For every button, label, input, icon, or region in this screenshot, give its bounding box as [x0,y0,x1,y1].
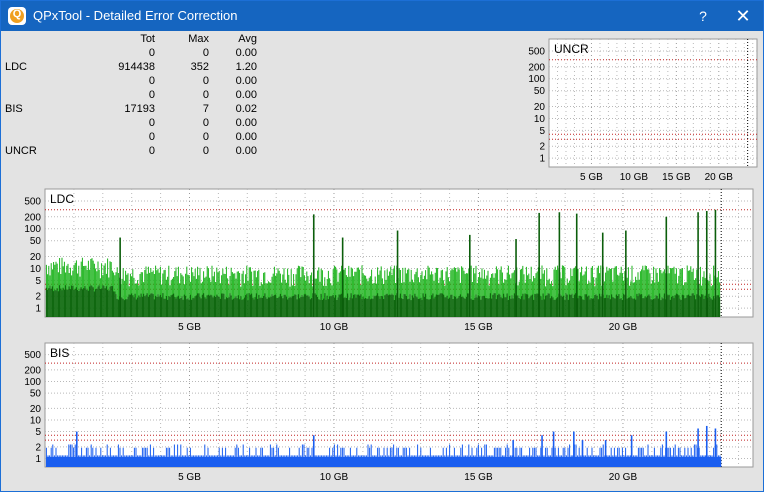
stats-max: 352 [190,61,209,73]
uncr-x-tick-label: 10 GB [620,172,649,183]
bis-x-tick-label: 5 GB [178,472,201,483]
stats-tot: 0 [148,89,155,101]
uncr-y-tick-label: 500 [528,46,545,57]
stats-avg: 0.02 [235,103,257,115]
bis-chart-title: BIS [50,346,69,360]
stats-row: BIS 17193 7 0.02 [5,103,265,117]
main-window: Q QPxTool - Detailed Error Correction ? … [0,0,764,492]
ldc-chart-title: LDC [50,192,74,206]
stats-tot: 0 [148,117,155,129]
bis-y-tick-label: 2 [35,442,41,453]
uncr-chart-title: UNCR [554,42,589,56]
stats-row: UNCR 0 0 0.00 [5,145,265,159]
close-button[interactable]: ✕ [725,1,761,31]
stats-row: 0 0 0.00 [5,117,265,131]
bis-y-tick-label: 1 [35,454,41,465]
ldc-y-tick-label: 10 [30,264,42,275]
stats-tot: 0 [148,75,155,87]
bis-y-tick-label: 5 [35,427,41,438]
uncr-y-tick-label: 100 [528,74,545,85]
help-button[interactable]: ? [685,1,721,31]
ldc-y-tick-label: 5 [35,276,41,287]
bis-base-fill [46,456,722,467]
stats-row: LDC 914438 352 1.20 [5,61,265,75]
bis-y-tick-label: 200 [24,365,41,376]
ldc-x-tick-label: 20 GB [609,322,638,333]
uncr-plot-area [548,38,758,168]
stats-max: 0 [202,145,209,157]
uncr-y-tick-label: 1 [539,154,545,165]
stats-tot: 0 [148,131,155,143]
bis-y-tick-label: 10 [30,415,42,426]
title-bar[interactable]: Q QPxTool - Detailed Error Correction ? … [1,1,763,31]
ldc-chart-svg: 5002001005020105215 GB 10 GB 15 GB 20 GBLDC [24,188,754,333]
stats-max: 0 [202,131,209,143]
stats-label: UNCR [5,145,37,157]
stats-max: 0 [202,47,209,59]
ldc-x-tick-label: 5 GB [178,322,201,333]
stats-avg: 0.00 [235,131,257,143]
uncr-y-tick-label: 2 [539,142,545,153]
ldc-y-tick-label: 1 [35,304,41,315]
bis-chart: 500 200 100 50 20 10 5 2 1 5 GB 10 GB 15 GB 20 GB BIS [5,341,757,487]
stats-avg: 0.00 [235,145,257,157]
uncr-x-tick-label: 20 GB [705,172,734,183]
stats-row: 0 0 0.00 [5,131,265,145]
ldc-chart: 500 200 100 50 20 10 5 2 1 5 GB 10 GB 15 GB 20 GB LDC [5,187,757,337]
stats-tot: 17193 [124,103,155,115]
client-area: Tot Max Avg 0 0 0.00 LDC 914438 352 1.20 0 0 0.… [1,31,763,491]
stats-max: 0 [202,117,209,129]
bis-y-tick-label: 100 [24,377,41,388]
uncr-y-tick-label: 20 [534,102,546,113]
bis-plot-area [44,342,754,468]
stats-avg: 0.00 [235,89,257,101]
stats-avg: 0.00 [235,75,257,87]
stats-avg: 1.20 [235,61,257,73]
stats-avg: 0.00 [235,47,257,59]
stats-max: 0 [202,75,209,87]
stats-header-tot: Tot [140,33,155,45]
stats-tot: 914438 [118,61,155,73]
uncr-y-tick-label: 50 [534,86,546,97]
stats-header-max: Max [188,33,209,45]
ldc-y-tick-label: 50 [30,236,42,247]
uncr-y-tick-label: 5 [539,126,545,137]
stats-label: BIS [5,103,23,115]
stats-header-row: Tot Max Avg [5,33,265,47]
uncr-chart-svg: 5002001005020105215 GB 10 GB 15 GB 20 GBUNC… [528,38,758,183]
ldc-y-tick-label: 100 [24,224,41,235]
ldc-y-tick-label: 2 [35,292,41,303]
ldc-y-tick-label: 200 [24,212,41,223]
uncr-x-tick-label: 5 GB [580,172,603,183]
stats-label: LDC [5,61,28,73]
bis-x-tick-label: 15 GB [464,472,493,483]
stats-table: Tot Max Avg 0 0 0.00 LDC 914438 352 1.20 0 0 0.… [5,33,265,159]
bis-x-tick-label: 20 GB [609,472,638,483]
window-title: QPxTool - Detailed Error Correction [33,8,238,23]
ldc-y-tick-label: 500 [24,196,41,207]
bis-x-tick-label: 10 GB [320,472,349,483]
stats-header-avg: Avg [238,33,257,45]
ldc-x-tick-label: 15 GB [464,322,493,333]
stats-row: 0 0 0.00 [5,47,265,61]
stats-max: 7 [202,103,209,115]
uncr-y-tick-label: 200 [528,62,545,73]
ldc-y-tick-label: 20 [30,252,42,263]
stats-tot: 0 [148,47,155,59]
stats-row: 0 0 0.00 [5,75,265,89]
uncr-x-tick-label: 15 GB [662,172,691,183]
bis-y-tick-label: 20 [30,404,42,415]
bis-chart-svg: 5002001005020105215 GB 10 GB 15 GB 20 GBBIS [24,342,754,483]
app-icon: Q [8,7,26,25]
stats-row: 0 0 0.00 [5,89,265,103]
stats-max: 0 [202,89,209,101]
stats-avg: 0.00 [235,117,257,129]
uncr-y-tick-label: 10 [534,114,546,125]
ldc-x-tick-label: 10 GB [320,322,349,333]
uncr-chart: 500 200 100 50 20 10 5 2 1 5 GB 10 GB 15 GB 20 GB UNC… [521,35,761,185]
stats-tot: 0 [148,145,155,157]
bis-y-tick-label: 50 [30,389,42,400]
bis-y-tick-label: 500 [24,350,41,361]
